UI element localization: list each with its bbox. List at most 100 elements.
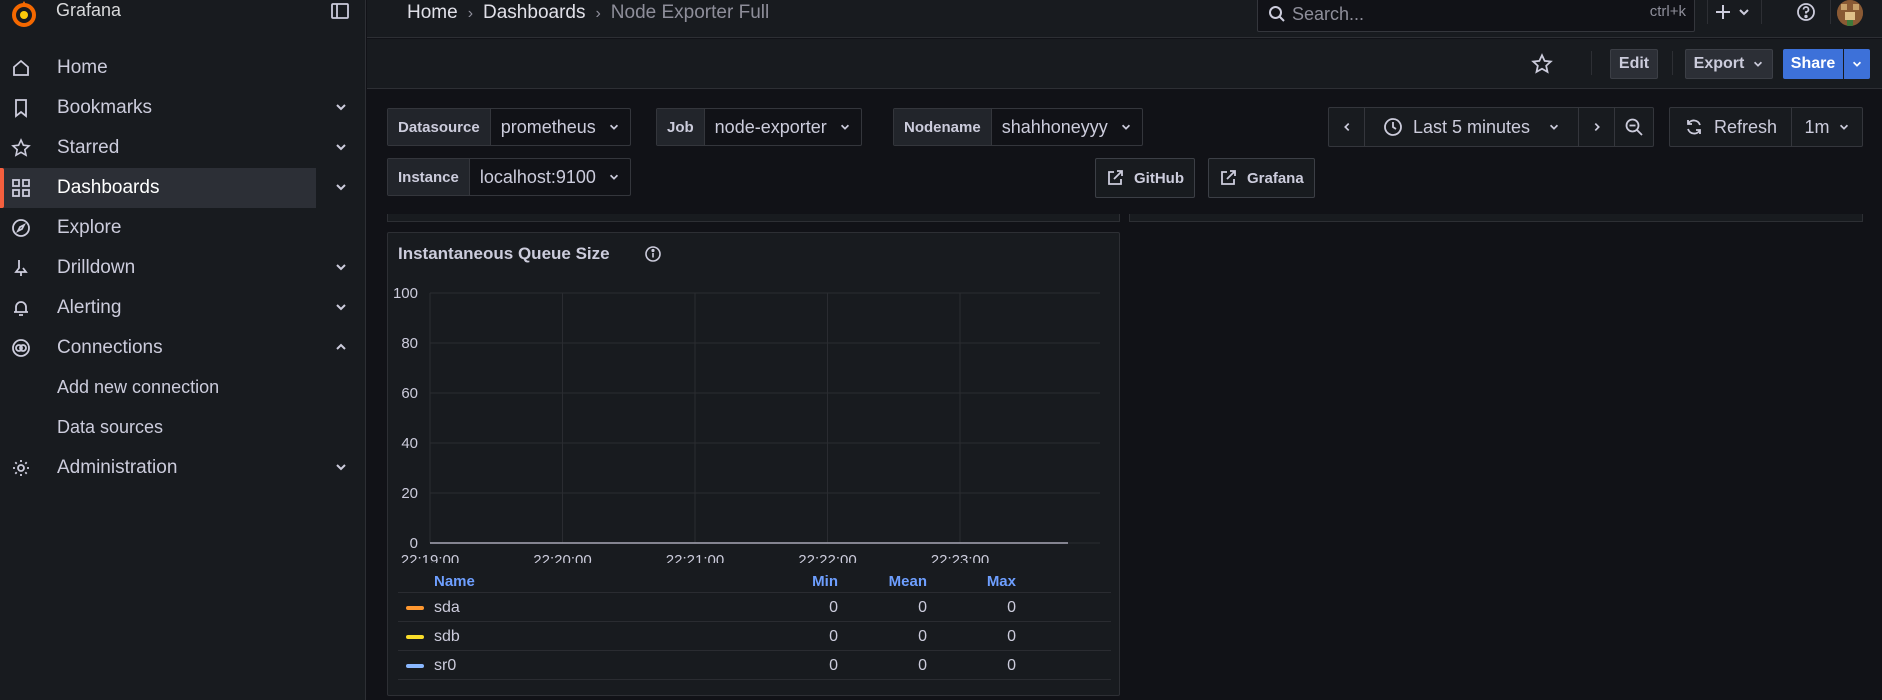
time-range-picker[interactable]: Last 5 minutes — [1365, 108, 1579, 146]
breadcrumb-dashboards[interactable]: Dashboards — [483, 2, 585, 24]
legend-row[interactable]: sdb 0 0 0 — [398, 622, 1111, 651]
sidebar-item-connections[interactable]: Connections — [0, 328, 366, 368]
zoom-out-button[interactable] — [1615, 108, 1653, 146]
datasource-select[interactable]: prometheus — [491, 109, 630, 145]
export-button[interactable]: Export — [1685, 49, 1773, 79]
top-bar: Home › Dashboards › Node Exporter Full ctrl+… — [367, 0, 1882, 38]
y-tick-label: 100 — [393, 285, 418, 302]
external-link-icon — [1108, 170, 1123, 185]
grafana-link[interactable]: Grafana — [1208, 158, 1315, 198]
chevron-down-icon[interactable] — [334, 460, 348, 474]
share-menu-button[interactable] — [1844, 49, 1870, 79]
star-icon[interactable] — [1531, 53, 1553, 75]
divider — [1707, 0, 1708, 24]
y-tick-label: 20 — [401, 485, 418, 502]
legend-row[interactable]: sda 0 0 0 — [398, 593, 1111, 622]
avatar[interactable] — [1837, 0, 1863, 26]
sidebar-item-label: Starred — [57, 137, 120, 158]
chevron-down-icon — [1549, 124, 1559, 130]
share-button[interactable]: Share — [1783, 49, 1843, 79]
legend-col-min[interactable]: Min — [778, 573, 838, 590]
variable-value: shahhoneyyy — [1001, 116, 1108, 137]
series-swatch — [406, 664, 424, 668]
series-min: 0 — [829, 628, 838, 645]
github-link[interactable]: GitHub — [1095, 158, 1195, 198]
sidebar-item-label: Dashboards — [57, 177, 160, 198]
time-range-label: Last 5 minutes — [1412, 116, 1531, 137]
clock-icon — [1384, 118, 1402, 136]
legend-header: Name Min Mean Max — [398, 571, 1111, 593]
x-tick-label: 22:20:00 — [533, 552, 591, 563]
chevron-up-icon[interactable] — [334, 340, 348, 354]
divider — [1761, 0, 1762, 24]
x-tick-label: 22:21:00 — [666, 552, 724, 563]
chevron-down-icon[interactable] — [334, 180, 348, 194]
chevron-down-icon[interactable] — [334, 300, 348, 314]
sidebar-item-starred[interactable]: Starred — [0, 128, 366, 168]
active-indicator — [0, 168, 4, 208]
chevron-down-icon — [609, 174, 618, 180]
cog-icon — [11, 458, 31, 478]
sidebar-item-home[interactable]: Home — [0, 48, 366, 88]
chevron-left-icon — [1343, 122, 1349, 132]
sidebar-item-administration[interactable]: Administration — [0, 448, 366, 488]
sidebar-item-add-new-connection[interactable]: Add new connection — [0, 368, 366, 408]
sidebar-item-label: Explore — [57, 217, 122, 238]
x-tick-label: 22:22:00 — [798, 552, 856, 563]
chevron-down-icon — [1121, 124, 1130, 130]
search-input[interactable] — [1292, 1, 1592, 27]
x-tick-label: 22:23:00 — [931, 552, 989, 563]
grafana-logo-icon[interactable] — [8, 0, 40, 30]
legend-col-max[interactable]: Max — [956, 573, 1016, 590]
new-button[interactable] — [1713, 2, 1753, 30]
sidebar-item-dashboards[interactable]: Dashboards — [0, 168, 316, 208]
queue-size-panel: Instantaneous Queue Size 0 20 40 60 80 100 22:… — [387, 232, 1120, 696]
sidebar-item-drilldown[interactable]: Drilldown — [0, 248, 366, 288]
breadcrumb-home[interactable]: Home — [407, 2, 458, 24]
sidebar-item-label: Bookmarks — [57, 97, 153, 118]
job-select[interactable]: node-exporter — [705, 109, 861, 145]
refresh-button[interactable]: Refresh — [1670, 108, 1792, 146]
variable-label: Nodename — [894, 109, 992, 145]
breadcrumb-separator-icon: › — [595, 5, 601, 22]
sidebar-item-explore[interactable]: Explore — [0, 208, 366, 248]
series-max: 0 — [1007, 628, 1016, 645]
chevron-down-icon[interactable] — [334, 140, 348, 154]
chevron-down-icon — [1852, 61, 1862, 67]
sidebar-item-label: Administration — [57, 457, 178, 478]
variable-label: Datasource — [388, 109, 491, 145]
time-forward-button[interactable] — [1579, 108, 1615, 146]
nodename-select[interactable]: shahhoneyyy — [992, 109, 1142, 145]
sidebar-item-label: Connections — [57, 337, 163, 358]
search-bar[interactable]: ctrl+k — [1257, 0, 1695, 32]
chevron-down-icon[interactable] — [334, 100, 348, 114]
y-tick-label: 80 — [401, 335, 418, 352]
bell-icon — [11, 298, 31, 318]
series-max: 0 — [1007, 657, 1016, 674]
variable-value: localhost:9100 — [479, 166, 596, 187]
instance-select[interactable]: localhost:9100 — [470, 159, 630, 195]
legend-col-name[interactable]: Name — [434, 573, 475, 590]
edit-button[interactable]: Edit — [1610, 49, 1658, 79]
time-picker-group: Last 5 minutes — [1328, 107, 1654, 147]
series-swatch — [406, 635, 424, 639]
help-icon[interactable] — [1796, 2, 1816, 30]
series-mean: 0 — [918, 599, 927, 616]
legend-row[interactable]: sr0 0 0 0 — [398, 651, 1111, 680]
time-back-button[interactable] — [1329, 108, 1365, 146]
brand: Grafana — [0, 0, 366, 30]
panel-edge — [1129, 214, 1863, 222]
legend-col-mean[interactable]: Mean — [867, 573, 927, 590]
series-name: sda — [434, 599, 460, 616]
dock-menu-icon[interactable] — [330, 1, 350, 21]
variable-instance: Instance localhost:9100 — [387, 158, 631, 196]
sidebar-item-alerting[interactable]: Alerting — [0, 288, 366, 328]
chevron-down-icon[interactable] — [334, 260, 348, 274]
sidebar-item-label: Drilldown — [57, 257, 136, 278]
sidebar-item-data-sources[interactable]: Data sources — [0, 408, 366, 448]
breadcrumb-current: Node Exporter Full — [610, 2, 770, 23]
refresh-interval-select[interactable]: 1m — [1792, 108, 1862, 146]
sidebar-item-label: Data sources — [57, 417, 164, 437]
sidebar-item-bookmarks[interactable]: Bookmarks — [0, 88, 366, 128]
series-min: 0 — [829, 599, 838, 616]
